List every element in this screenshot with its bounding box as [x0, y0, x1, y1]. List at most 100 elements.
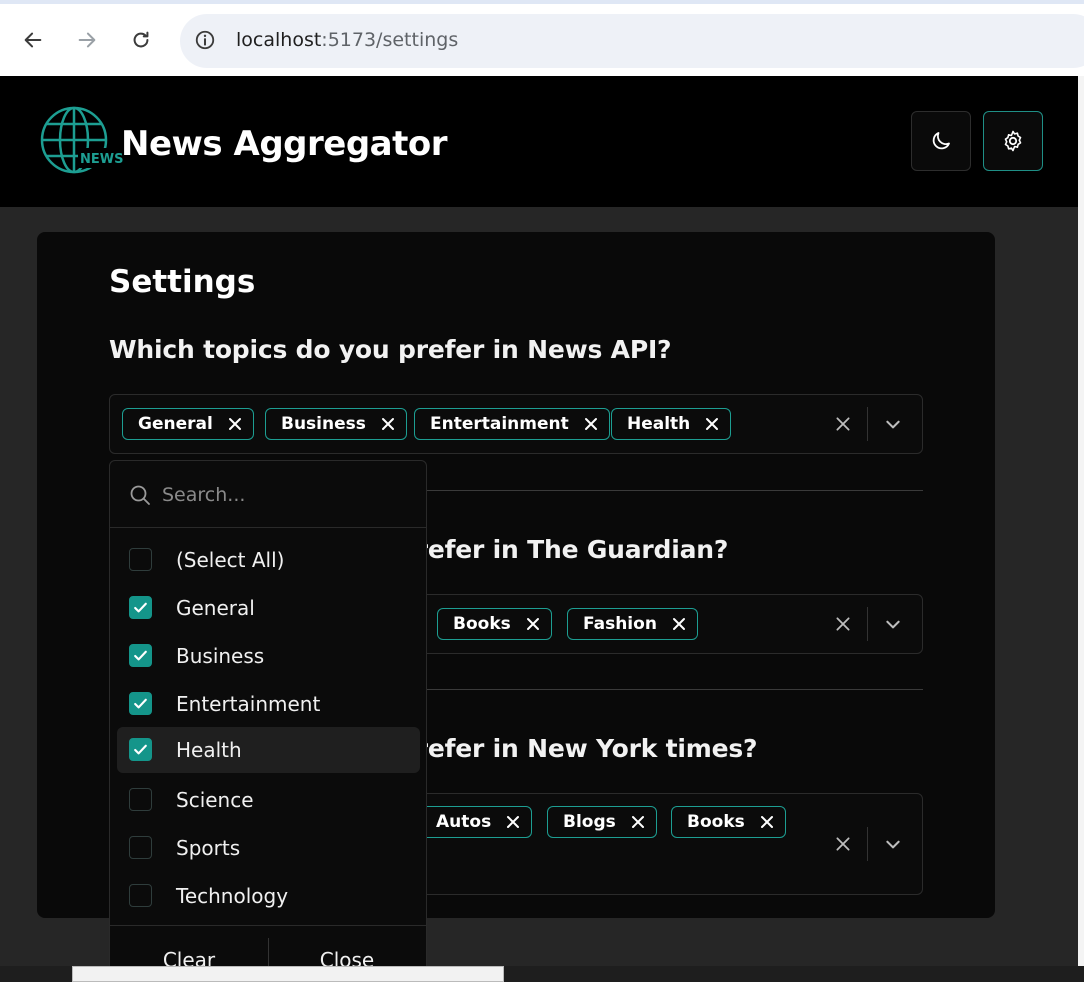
- check-icon: [134, 744, 147, 755]
- globe-icon: [40, 106, 114, 174]
- window-edge: [1078, 76, 1084, 966]
- remove-tag-button[interactable]: [704, 416, 720, 432]
- close-icon: [381, 418, 394, 430]
- question-news-api: Which topics do you prefer in News API?: [109, 335, 672, 364]
- app-header: NEWS News Aggregator: [0, 76, 1084, 207]
- remove-tag-button[interactable]: [525, 616, 541, 632]
- remove-tag-button[interactable]: [505, 814, 521, 830]
- option-entertainment[interactable]: Entertainment: [117, 681, 420, 727]
- settings-button[interactable]: [983, 111, 1043, 171]
- select-divider: [867, 407, 868, 441]
- select-divider: [867, 827, 868, 861]
- close-icon: [836, 417, 850, 431]
- option-label: Science: [176, 788, 254, 812]
- option-general[interactable]: General: [117, 585, 420, 631]
- option-label: Health: [176, 738, 242, 762]
- close-icon: [584, 418, 597, 430]
- check-icon: [134, 650, 147, 661]
- tag-label: Business: [281, 414, 366, 434]
- remove-tag-button[interactable]: [671, 616, 687, 632]
- tag-autos: Autos: [420, 806, 533, 838]
- clear-all-button[interactable]: [832, 833, 854, 855]
- tag-business: Business: [265, 408, 407, 440]
- check-icon: [134, 698, 147, 709]
- option-sports[interactable]: Sports: [117, 825, 420, 871]
- moon-icon: [932, 132, 950, 150]
- tag-books: Books: [671, 806, 786, 838]
- tag-fashion: Fashion: [567, 608, 698, 640]
- close-icon: [526, 618, 539, 630]
- close-icon: [706, 418, 719, 430]
- option-health[interactable]: Health: [117, 727, 420, 773]
- tag-label: Fashion: [583, 614, 657, 634]
- option-select-all[interactable]: (Select All): [117, 537, 420, 583]
- select-divider: [867, 607, 868, 641]
- gear-icon: [1004, 130, 1022, 152]
- tag-label: Books: [453, 614, 511, 634]
- checkbox[interactable]: [129, 548, 152, 571]
- app-title: News Aggregator: [121, 124, 447, 164]
- option-label: Sports: [176, 836, 241, 860]
- back-arrow-icon: [24, 32, 42, 48]
- tag-label: General: [138, 414, 213, 434]
- news-api-topics-select[interactable]: General Business Entertainment Health: [109, 394, 923, 454]
- option-technology[interactable]: Technology: [117, 873, 420, 919]
- back-button[interactable]: [15, 22, 51, 58]
- url-host: localhost: [236, 29, 322, 51]
- checkbox[interactable]: [129, 836, 152, 859]
- option-label: General: [176, 596, 255, 620]
- option-label: Business: [176, 644, 265, 668]
- chevron-down-icon: [886, 840, 900, 849]
- remove-tag-button[interactable]: [380, 416, 396, 432]
- tag-books: Books: [437, 608, 552, 640]
- address-bar[interactable]: localhost:5173/settings: [180, 14, 1084, 68]
- option-business[interactable]: Business: [117, 633, 420, 679]
- browser-toolbar: localhost:5173/settings: [0, 0, 1084, 76]
- search-icon: [130, 485, 150, 505]
- close-icon: [836, 617, 850, 631]
- dropdown-search-input[interactable]: [162, 477, 412, 513]
- remove-tag-button[interactable]: [227, 416, 243, 432]
- forward-button[interactable]: [69, 22, 105, 58]
- checkbox[interactable]: [129, 692, 152, 715]
- expand-button[interactable]: [882, 413, 904, 435]
- info-icon: [195, 30, 215, 50]
- reload-icon: [133, 31, 149, 48]
- clear-all-button[interactable]: [832, 613, 854, 635]
- tag-general: General: [122, 408, 254, 440]
- theme-toggle-button[interactable]: [911, 111, 971, 171]
- checkbox[interactable]: [129, 596, 152, 619]
- checkbox[interactable]: [129, 788, 152, 811]
- check-icon: [134, 602, 147, 613]
- expand-button[interactable]: [882, 833, 904, 855]
- topics-dropdown-panel: (Select All) General Business Entertainm…: [109, 460, 427, 982]
- remove-tag-button[interactable]: [759, 814, 775, 830]
- remove-tag-button[interactable]: [630, 814, 646, 830]
- option-label: Technology: [176, 884, 289, 908]
- close-icon: [631, 816, 644, 828]
- close-icon: [760, 816, 773, 828]
- clear-all-button[interactable]: [832, 413, 854, 435]
- page-title: Settings: [109, 264, 256, 300]
- forward-arrow-icon: [78, 32, 96, 48]
- option-label: (Select All): [176, 548, 285, 572]
- reload-button[interactable]: [123, 22, 159, 58]
- checkbox[interactable]: [129, 884, 152, 907]
- checkbox[interactable]: [129, 738, 152, 761]
- expand-button[interactable]: [882, 613, 904, 635]
- close-icon: [228, 418, 241, 430]
- checkbox[interactable]: [129, 644, 152, 667]
- url-path: :5173/settings: [321, 29, 459, 51]
- taskbar-window-thumbnail[interactable]: [72, 966, 504, 982]
- close-icon: [836, 837, 850, 851]
- site-info-button[interactable]: [192, 27, 218, 53]
- chevron-down-icon: [886, 420, 900, 429]
- option-science[interactable]: Science: [117, 777, 420, 823]
- tag-label: Entertainment: [430, 414, 569, 434]
- tag-label: Books: [687, 812, 745, 832]
- tag-label: Autos: [436, 812, 492, 832]
- logo[interactable]: NEWS: [40, 106, 123, 178]
- remove-tag-button[interactable]: [583, 416, 599, 432]
- close-icon: [507, 816, 520, 828]
- url-text: localhost:5173/settings: [236, 29, 458, 51]
